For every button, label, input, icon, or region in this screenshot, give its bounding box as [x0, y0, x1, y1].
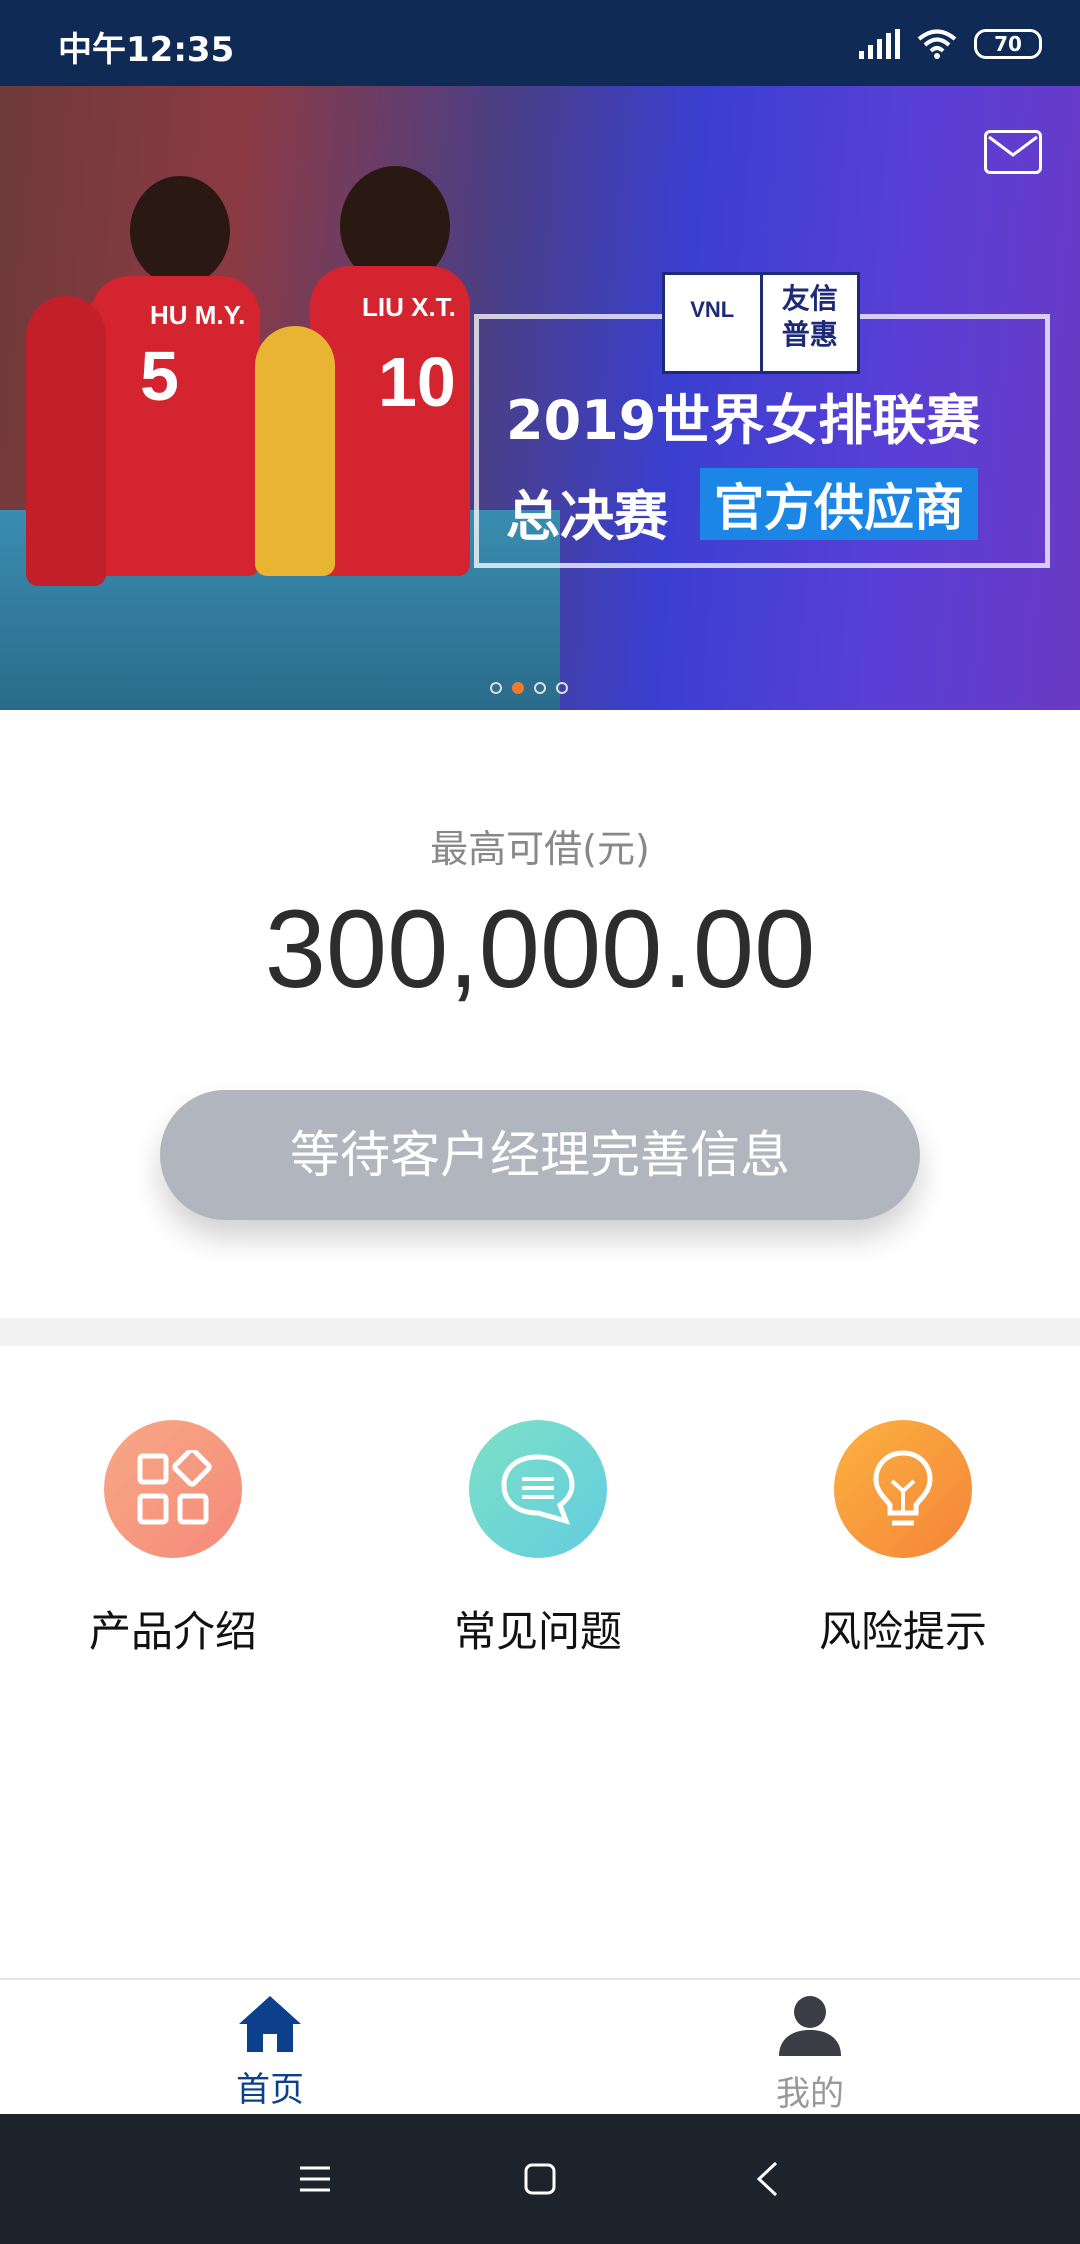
grid-shapes-icon [137, 1450, 212, 1525]
system-nav-bar [0, 2114, 1080, 2244]
jersey-number: 10 [378, 343, 456, 421]
carousel-dot[interactable] [512, 682, 524, 694]
feature-faq[interactable]: 常见问题 [408, 1420, 668, 1659]
tab-label: 我的 [776, 2074, 844, 2114]
chat-bubble-icon [501, 1454, 575, 1525]
brand-logo-top: 友信 [781, 282, 838, 315]
banner-title: 2019世界女排联赛 [506, 389, 981, 452]
max-loan-label: 最高可借(元) [430, 827, 650, 871]
banner-player [26, 296, 106, 586]
mail-icon[interactable] [984, 130, 1042, 174]
tab-label: 首页 [236, 2070, 304, 2110]
tab-mine[interactable]: 我的 [710, 1994, 910, 2115]
tab-home[interactable]: 首页 [170, 1994, 370, 2111]
feature-label: 常见问题 [453, 1607, 622, 1656]
jersey-name: LIU X.T. [362, 292, 456, 322]
vnl-logo: VNL 友信 普惠 [662, 272, 860, 374]
vnl-logo-text: VNL [665, 275, 763, 371]
feature-product-intro[interactable]: 产品介绍 [43, 1420, 303, 1659]
banner-player [255, 326, 335, 576]
max-loan-amount: 300,000.00 [264, 888, 816, 1011]
feature-icon-circle [834, 1420, 972, 1558]
section-divider [0, 1318, 1080, 1346]
promo-banner[interactable]: HU M.Y. 5 LIU X.T. 10 VNL 友信 普惠 2019世界女排… [0, 86, 1080, 710]
jersey-number: 5 [140, 337, 179, 415]
person-icon [779, 1996, 841, 2056]
waiting-status-button[interactable]: 等待客户经理完善信息 [160, 1090, 920, 1220]
feature-icon-circle [104, 1420, 242, 1558]
home-icon [239, 1996, 301, 2052]
brand-logo-bottom: 普惠 [781, 318, 838, 351]
back-icon[interactable] [754, 2160, 780, 2198]
status-time: 中午12:35 [58, 30, 235, 70]
brand-logo: 友信 普惠 [763, 275, 858, 371]
bottom-tab-bar: 首页 我的 [0, 1978, 1080, 2116]
wifi-icon [917, 29, 957, 59]
signal-icon [859, 29, 900, 59]
feature-label: 风险提示 [818, 1607, 987, 1656]
carousel-indicator [490, 682, 568, 694]
carousel-dot[interactable] [534, 682, 546, 694]
banner-highlight: 官方供应商 [700, 468, 978, 540]
banner-player-head [130, 176, 230, 286]
battery-icon: 70 [974, 29, 1042, 59]
menu-icon[interactable] [298, 2164, 332, 2194]
jersey-name: HU M.Y. [150, 300, 246, 330]
feature-risk-notice[interactable]: 风险提示 [773, 1420, 1033, 1659]
feature-label: 产品介绍 [88, 1607, 257, 1656]
status-icons: 70 [859, 24, 1042, 64]
banner-subtitle: 总决赛 [506, 485, 668, 548]
carousel-dot[interactable] [490, 682, 502, 694]
status-bar: 中午12:35 70 [0, 0, 1080, 86]
home-square-icon[interactable] [523, 2162, 557, 2196]
carousel-dot[interactable] [556, 682, 568, 694]
lightbulb-icon [873, 1450, 933, 1526]
feature-icon-circle [469, 1420, 607, 1558]
